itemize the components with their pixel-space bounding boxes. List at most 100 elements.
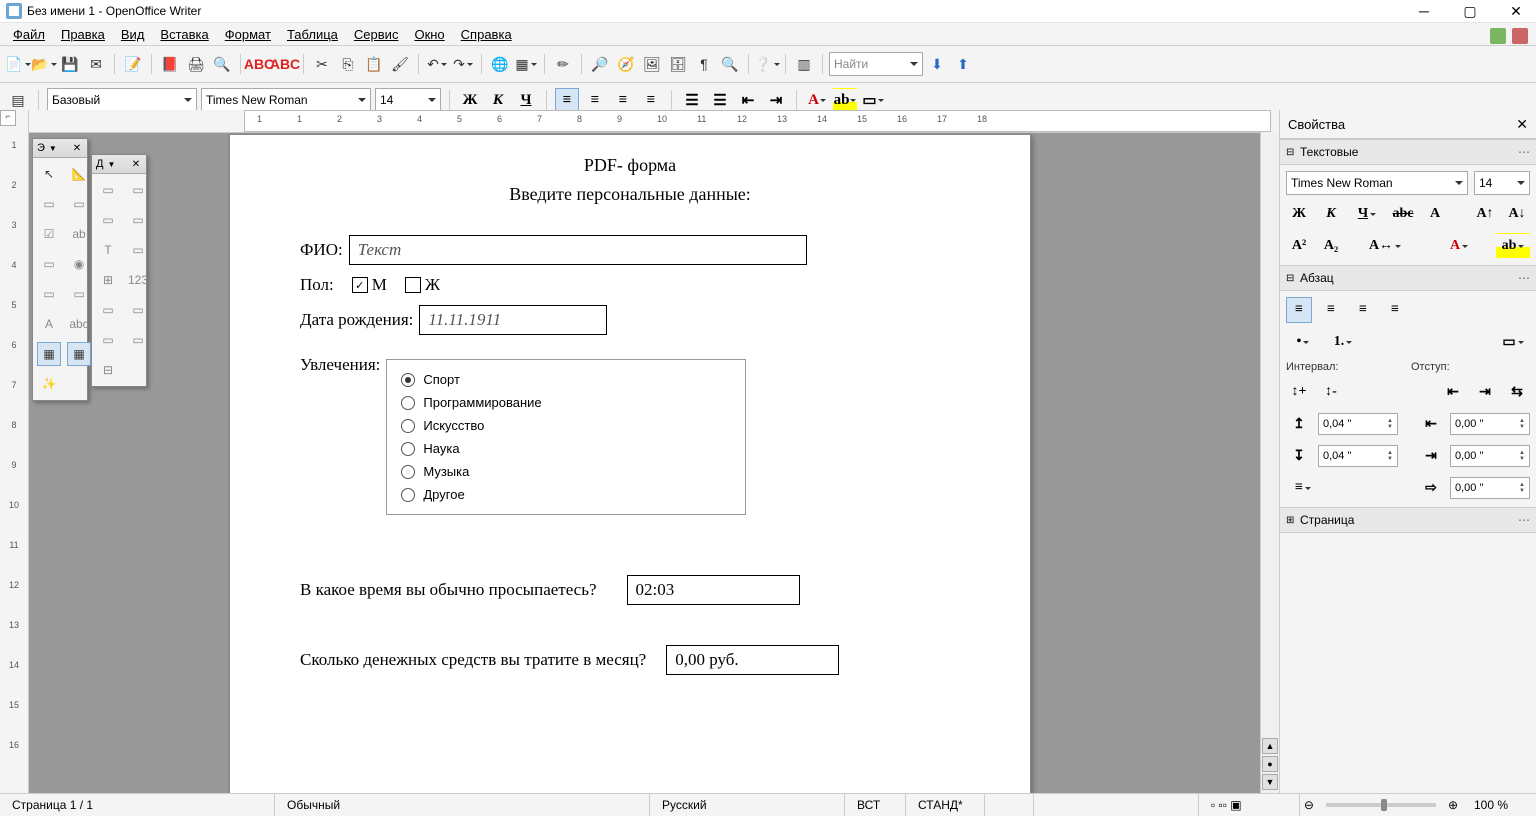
fp-radio-icon[interactable]: ◉ (67, 252, 91, 276)
sb-indent-right-icon[interactable]: ⇥ (1418, 443, 1444, 469)
highlight-button[interactable]: ab (833, 88, 857, 112)
fp-select-icon[interactable]: ↖ (37, 162, 61, 186)
status-signature[interactable] (985, 794, 1034, 816)
redo-button[interactable]: ↷ (451, 52, 475, 76)
align-left-button[interactable]: ≡ (555, 88, 579, 112)
fp-wizard-icon[interactable]: ✨ (37, 372, 61, 396)
find-replace-button[interactable]: 🔎 (588, 52, 612, 76)
sb-indent-left-icon[interactable]: ⇤ (1418, 411, 1444, 437)
fp2-c5[interactable]: T (96, 238, 120, 262)
fp1-close-icon[interactable]: ✕ (71, 142, 83, 154)
gender-m-checkbox[interactable]: ✓ (352, 277, 368, 293)
status-style[interactable]: Обычный (275, 794, 650, 816)
close-button[interactable]: ✕ (1502, 3, 1530, 20)
ext-icon-1[interactable] (1490, 28, 1506, 44)
fp2-numeric-icon[interactable]: 123 (126, 268, 150, 292)
spellcheck-button[interactable]: ABC (247, 52, 271, 76)
menu-table[interactable]: Таблица (280, 25, 345, 44)
zoom-slider[interactable] (1326, 803, 1436, 807)
menu-tools[interactable]: Сервис (347, 25, 406, 44)
hobby-radio-0[interactable] (401, 373, 415, 387)
email-button[interactable]: ✉ (84, 52, 108, 76)
fp-design-mode-icon[interactable]: 📐 (67, 162, 91, 186)
fp-more-controls-icon[interactable]: ▦ (37, 342, 61, 366)
menu-insert[interactable]: Вставка (153, 25, 215, 44)
help-button[interactable]: ❔ (755, 52, 779, 76)
sidebar-shadow-button[interactable]: A (1422, 201, 1448, 227)
hobby-radio-2[interactable] (401, 419, 415, 433)
sb-dec-space-icon[interactable]: ↕- (1318, 379, 1344, 405)
fp-textbox-icon[interactable]: ab (67, 222, 91, 246)
status-insert[interactable]: ВСТ (845, 794, 906, 816)
menu-file[interactable]: Файл (6, 25, 52, 44)
sidebar-fontcolor-button[interactable]: A (1442, 233, 1476, 259)
menu-view[interactable]: Вид (114, 25, 152, 44)
sidebar-sup-button[interactable]: A² (1286, 233, 1312, 259)
sidebar-grow-button[interactable]: A↑ (1472, 201, 1498, 227)
fp2-c3[interactable]: ▭ (96, 208, 120, 232)
gallery-button[interactable]: 🖼 (640, 52, 664, 76)
scroll-up-page-icon[interactable]: ▲ (1262, 738, 1278, 754)
open-button[interactable]: 📂 (32, 52, 56, 76)
show-draw-button[interactable]: ✏ (551, 52, 575, 76)
space-below-input[interactable]: 0,04 "▲▼ (1318, 445, 1398, 467)
indent-right-input[interactable]: 0,00 "▲▼ (1450, 445, 1530, 467)
bullet-list-button[interactable]: ☰ (708, 88, 732, 112)
fp2-c6[interactable]: ▭ (126, 238, 150, 262)
menu-help[interactable]: Справка (454, 25, 519, 44)
sb-align-justify[interactable]: ≡ (1382, 297, 1408, 323)
sb-align-right[interactable]: ≡ (1350, 297, 1376, 323)
navigator-button[interactable]: 🧭 (614, 52, 638, 76)
status-view-buttons[interactable]: ▫ ▫▫ ▣ (1199, 794, 1300, 816)
align-center-button[interactable]: ≡ (583, 88, 607, 112)
sb-bullets-button[interactable]: • (1286, 329, 1320, 355)
print-preview-button[interactable]: 🔍 (210, 52, 234, 76)
sidebar-bold-button[interactable]: Ж (1286, 201, 1312, 227)
paragraph-style-combo[interactable]: Базовый (47, 88, 197, 112)
nonprinting-chars-button[interactable]: ¶ (692, 52, 716, 76)
decrease-indent-button[interactable]: ⇤ (736, 88, 760, 112)
underline-button[interactable]: Ч (514, 88, 538, 112)
font-name-combo[interactable]: Times New Roman (201, 88, 371, 112)
sb-space-below-icon[interactable]: ↧ (1286, 443, 1312, 469)
sb-align-left[interactable]: ≡ (1286, 297, 1312, 323)
fp-control-1[interactable]: ▭ (37, 192, 61, 216)
status-page[interactable]: Страница 1 / 1 (0, 794, 275, 816)
fio-input[interactable]: Текст (349, 235, 807, 265)
minimize-button[interactable]: ─ (1410, 3, 1438, 20)
fp2-c2[interactable]: ▭ (126, 178, 150, 202)
page-section-header[interactable]: ⊞Страница⋯ (1280, 507, 1536, 533)
zoom-button[interactable]: 🔍 (718, 52, 742, 76)
menu-edit[interactable]: Правка (54, 25, 112, 44)
format-paintbrush-button[interactable]: 🖌 (388, 52, 412, 76)
find-toolbar-input[interactable]: Найти (829, 52, 923, 76)
status-zoom[interactable]: 100 % (1462, 794, 1536, 816)
text-section-header[interactable]: ⊟Текстовые⋯ (1280, 139, 1536, 165)
hobby-radio-5[interactable] (401, 488, 415, 502)
font-size-combo[interactable]: 14 (375, 88, 441, 112)
sb-space-above-icon[interactable]: ↥ (1286, 411, 1312, 437)
space-above-input[interactable]: 0,04 "▲▼ (1318, 413, 1398, 435)
indent-first-input[interactable]: 0,00 "▲▼ (1450, 477, 1530, 499)
status-language[interactable]: Русский (650, 794, 845, 816)
save-button[interactable]: 💾 (58, 52, 82, 76)
sb-firstline-icon[interactable]: ⇨ (1418, 475, 1444, 501)
align-right-button[interactable]: ≡ (611, 88, 635, 112)
fp-control-2[interactable]: ▭ (67, 192, 91, 216)
ext-icon-2[interactable] (1512, 28, 1528, 44)
fp2-c7[interactable]: ⊞ (96, 268, 120, 292)
fp2-c10[interactable]: ▭ (96, 328, 120, 352)
sb-linespacing-button[interactable]: ≡ (1286, 475, 1320, 501)
fp-label-icon[interactable]: A (37, 312, 61, 336)
bg-color-button[interactable]: ▭ (861, 88, 885, 112)
form-design-panel[interactable]: Д▼✕ ▭ ▭ ▭ ▭ T ▭ ⊞ 123 ▭ ▭ ▭ ▭ ⊟ (91, 154, 147, 387)
menu-format[interactable]: Формат (218, 25, 278, 44)
scroll-nav-icon[interactable]: ● (1262, 756, 1278, 772)
cut-button[interactable]: ✂ (310, 52, 334, 76)
sb-inc-space-icon[interactable]: ↕+ (1286, 379, 1312, 405)
sb-align-center[interactable]: ≡ (1318, 297, 1344, 323)
find-prev-button[interactable]: ⬆ (951, 52, 975, 76)
hobby-radio-1[interactable] (401, 396, 415, 410)
sidebar-highlight-button[interactable]: ab (1496, 233, 1530, 259)
sidebar-spacing-button[interactable]: A↔ (1368, 233, 1402, 259)
